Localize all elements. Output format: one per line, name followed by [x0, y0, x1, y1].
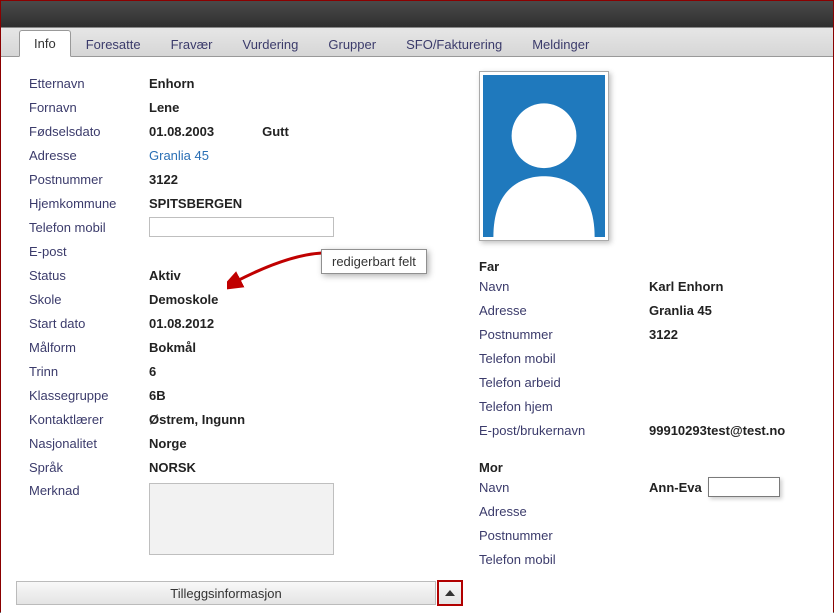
value-postnummer: 3122	[149, 172, 178, 187]
window-titlebar	[1, 1, 833, 27]
label-kontaktlaerer: Kontaktlærer	[29, 412, 149, 427]
tab-info[interactable]: Info	[19, 30, 71, 57]
input-mor-navn-extra[interactable]	[708, 477, 780, 497]
label-far-telefon-hjem: Telefon hjem	[479, 399, 649, 414]
tab-fravaer[interactable]: Fravær	[156, 31, 228, 57]
label-merknad: Merknad	[29, 483, 149, 498]
value-gender: Gutt	[262, 124, 289, 139]
label-nasjonalitet: Nasjonalitet	[29, 436, 149, 451]
link-adresse[interactable]: Granlia 45	[149, 148, 209, 163]
tab-vurdering[interactable]: Vurdering	[228, 31, 314, 57]
guardians-panel: Far NavnKarl Enhorn AdresseGranlia 45 Po…	[479, 71, 815, 571]
label-trinn: Trinn	[29, 364, 149, 379]
label-far-navn: Navn	[479, 279, 649, 294]
tab-content-info: Etternavn Enhorn Fornavn Lene Fødselsdat…	[1, 57, 833, 613]
value-nasjonalitet: Norge	[149, 436, 187, 451]
heading-mor: Mor	[479, 460, 815, 475]
input-telefon-mobil[interactable]	[149, 217, 334, 237]
value-far-epost: 99910293test@test.no	[649, 423, 785, 438]
expander-tillegg[interactable]: Tilleggsinformasjon	[16, 581, 436, 605]
student-details: Etternavn Enhorn Fornavn Lene Fødselsdat…	[29, 71, 439, 571]
label-adresse: Adresse	[29, 148, 149, 163]
label-start-dato: Start dato	[29, 316, 149, 331]
label-hjemkommune: Hjemkommune	[29, 196, 149, 211]
tab-strip: Info Foresatte Fravær Vurdering Grupper …	[1, 27, 833, 57]
value-fodselsdato: 01.08.2003	[149, 124, 214, 139]
tab-meldinger[interactable]: Meldinger	[517, 31, 604, 57]
label-far-telefon-mobil: Telefon mobil	[479, 351, 649, 366]
value-kontaktlaerer: Østrem, Ingunn	[149, 412, 245, 427]
label-mor-navn: Navn	[479, 480, 649, 495]
label-mor-adresse: Adresse	[479, 504, 649, 519]
chevron-up-icon	[445, 590, 455, 596]
label-fodselsdato: Fødselsdato	[29, 124, 149, 139]
student-photo	[479, 71, 609, 241]
value-spraak: NORSK	[149, 460, 196, 475]
avatar-icon	[483, 75, 605, 237]
label-far-postnummer: Postnummer	[479, 327, 649, 342]
value-far-adresse: Granlia 45	[649, 303, 712, 318]
label-telefon-mobil: Telefon mobil	[29, 220, 149, 235]
tab-foresatte[interactable]: Foresatte	[71, 31, 156, 57]
value-trinn: 6	[149, 364, 156, 379]
textarea-merknad[interactable]	[149, 483, 334, 555]
tab-sfo[interactable]: SFO/Fakturering	[391, 31, 517, 57]
annotation-arrow-icon	[227, 250, 327, 290]
value-mor-navn: Ann-Eva	[649, 480, 702, 495]
label-postnummer: Postnummer	[29, 172, 149, 187]
value-etternavn: Enhorn	[149, 76, 195, 91]
tab-grupper[interactable]: Grupper	[313, 31, 391, 57]
heading-far: Far	[479, 259, 815, 274]
label-far-telefon-arbeid: Telefon arbeid	[479, 375, 649, 390]
value-far-navn: Karl Enhorn	[649, 279, 723, 294]
expander-toggle-button[interactable]	[437, 580, 463, 606]
label-etternavn: Etternavn	[29, 76, 149, 91]
value-hjemkommune: SPITSBERGEN	[149, 196, 242, 211]
label-skole: Skole	[29, 292, 149, 307]
label-spraak: Språk	[29, 460, 149, 475]
label-far-adresse: Adresse	[479, 303, 649, 318]
value-skole: Demoskole	[149, 292, 218, 307]
label-mor-telefon-mobil: Telefon mobil	[479, 552, 649, 567]
value-maalform: Bokmål	[149, 340, 196, 355]
label-fornavn: Fornavn	[29, 100, 149, 115]
label-far-epost: E-post/brukernavn	[479, 423, 649, 438]
label-epost: E-post	[29, 244, 149, 259]
label-maalform: Målform	[29, 340, 149, 355]
label-status: Status	[29, 268, 149, 283]
value-fornavn: Lene	[149, 100, 179, 115]
label-klassegruppe: Klassegruppe	[29, 388, 149, 403]
annotation-callout: redigerbart felt	[321, 249, 427, 274]
label-mor-postnummer: Postnummer	[479, 528, 649, 543]
value-far-postnummer: 3122	[649, 327, 678, 342]
value-klassegruppe: 6B	[149, 388, 166, 403]
value-start-dato: 01.08.2012	[149, 316, 214, 331]
expander-label: Tilleggsinformasjon	[170, 586, 282, 601]
value-status: Aktiv	[149, 268, 181, 283]
